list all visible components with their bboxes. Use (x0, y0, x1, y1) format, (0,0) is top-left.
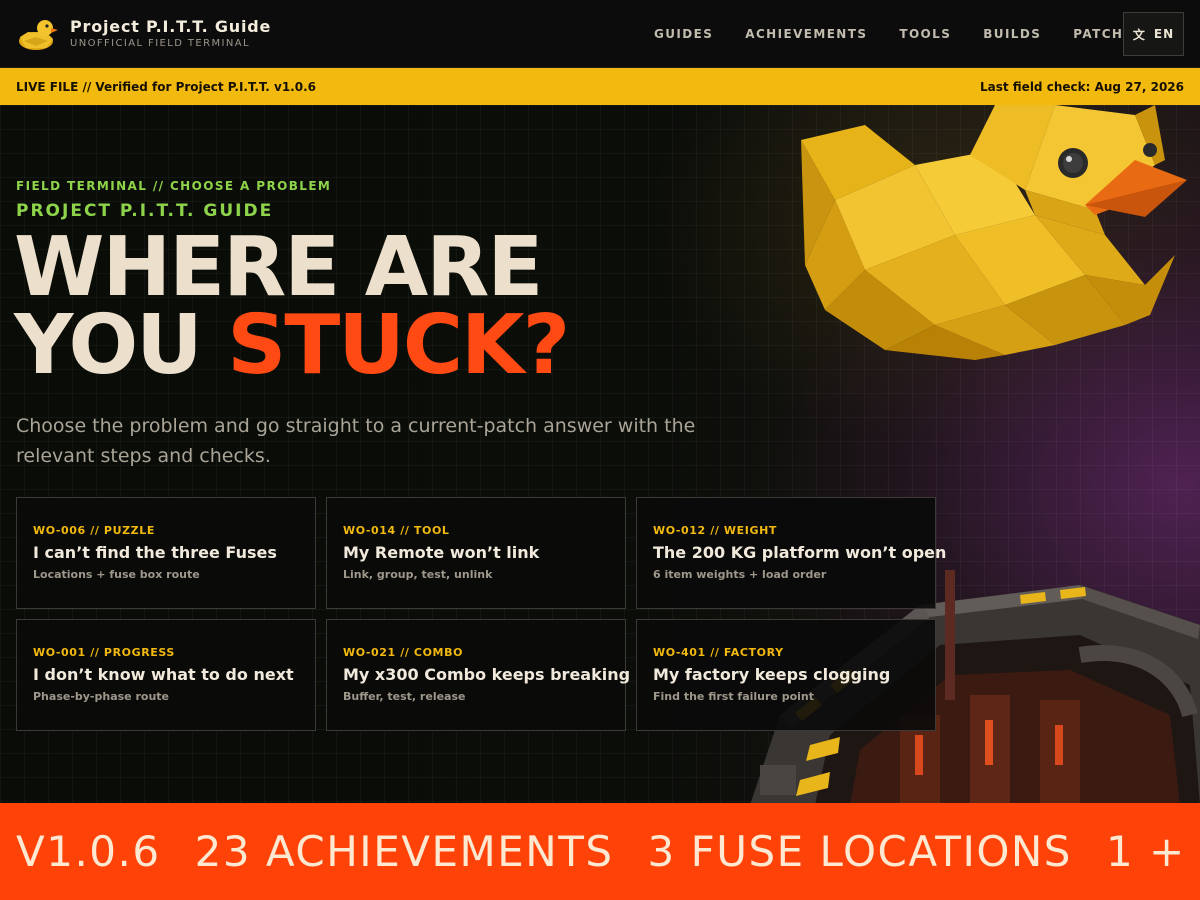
card-tag: WO-006 // PUZZLE (33, 524, 155, 537)
card-tag: WO-001 // PROGRESS (33, 646, 175, 659)
hero-section: FIELD TERMINAL // CHOOSE A PROBLEM PROJE… (0, 105, 1200, 803)
card-title: I don’t know what to do next (33, 665, 294, 684)
card-tag: WO-012 // WEIGHT (653, 524, 777, 537)
hero-headline: WHERE ARE YOU STUCK? (14, 227, 570, 387)
site-title: Project P.I.T.T. Guide (70, 16, 272, 36)
card-description: Find the first failure point (653, 690, 814, 703)
translate-icon: 文 (1132, 27, 1146, 42)
home-logo-link[interactable]: Project P.I.T.T. Guide UNOFFICIAL FIELD … (16, 17, 271, 51)
card-tag: WO-401 // FACTORY (653, 646, 784, 659)
nav-guides[interactable]: GUIDES (638, 27, 729, 41)
main-nav: GUIDES ACHIEVEMENTS TOOLS BUILDS PATCH (638, 0, 1139, 68)
nav-tools[interactable]: TOOLS (883, 27, 967, 41)
language-label: EN (1153, 27, 1175, 41)
card-description: Locations + fuse box route (33, 568, 200, 581)
rubber-duck-icon (19, 19, 58, 50)
nav-achievements[interactable]: ACHIEVEMENTS (729, 27, 883, 41)
card-tag: WO-014 // TOOL (343, 524, 450, 537)
problem-card-weight-platform[interactable]: WO-012 // WEIGHT The 200 KG platform won… (636, 497, 947, 609)
hero-duck-image (801, 105, 1187, 360)
problem-card-progress[interactable]: WO-001 // PROGRESS I don’t know what to … (16, 619, 316, 731)
language-button[interactable]: 文 EN (1123, 12, 1184, 56)
problem-card-remote[interactable]: WO-014 // TOOL My Remote won’t link Link… (326, 497, 626, 609)
ticker-track: V1.0.6 23 ACHIEVEMENTS 3 FUSE LOCATIONS … (0, 827, 1200, 876)
card-title: The 200 KG platform won’t open (653, 543, 947, 562)
last-field-check: Last field check: Aug 27, 2026 (979, 79, 1184, 94)
card-tag: WO-021 // COMBO (343, 646, 464, 659)
nav-builds[interactable]: BUILDS (967, 27, 1057, 41)
site-subtitle: UNOFFICIAL FIELD TERMINAL (70, 37, 250, 49)
problem-card-combo[interactable]: WO-021 // COMBO My x300 Combo keeps brea… (326, 619, 631, 731)
problem-card-fuses[interactable]: WO-006 // PUZZLE I can’t find the three … (16, 497, 316, 609)
card-description: 6 item weights + load order (653, 568, 827, 581)
hero-lede: Choose the problem and go straight to a … (16, 415, 696, 467)
card-description: Link, group, test, unlink (343, 568, 493, 581)
site-header: Project P.I.T.T. Guide UNOFFICIAL FIELD … (0, 0, 1200, 68)
live-file-status: LIVE FILE // Verified for Project P.I.T.… (16, 79, 316, 94)
card-title: My x300 Combo keeps breaking (343, 665, 631, 684)
ticker-item-partial: 1 + 1 + 1 A (1105, 827, 1200, 876)
card-title: I can’t find the three Fuses (33, 543, 277, 562)
hero-kicker: PROJECT P.I.T.T. GUIDE (16, 201, 274, 221)
ticker-item-fuse-locations: 3 FUSE LOCATIONS (647, 827, 1072, 876)
status-bar: LIVE FILE // Verified for Project P.I.T.… (0, 68, 1200, 105)
ticker-item-version: V1.0.6 (16, 827, 161, 876)
card-title: My Remote won’t link (343, 543, 540, 562)
card-description: Phase-by-phase route (33, 690, 169, 703)
headline-accent-word: STUCK? (227, 298, 570, 393)
card-title: My factory keeps clogging (653, 665, 891, 684)
ticker-item-achievements: 23 ACHIEVEMENTS (194, 827, 614, 876)
headline-line-2-start: YOU (14, 298, 228, 393)
problem-card-factory[interactable]: WO-401 // FACTORY My factory keeps clogg… (636, 619, 936, 731)
card-description: Buffer, test, release (343, 690, 466, 703)
hero-eyebrow: FIELD TERMINAL // CHOOSE A PROBLEM (16, 179, 332, 193)
stats-ticker: V1.0.6 23 ACHIEVEMENTS 3 FUSE LOCATIONS … (0, 803, 1200, 900)
